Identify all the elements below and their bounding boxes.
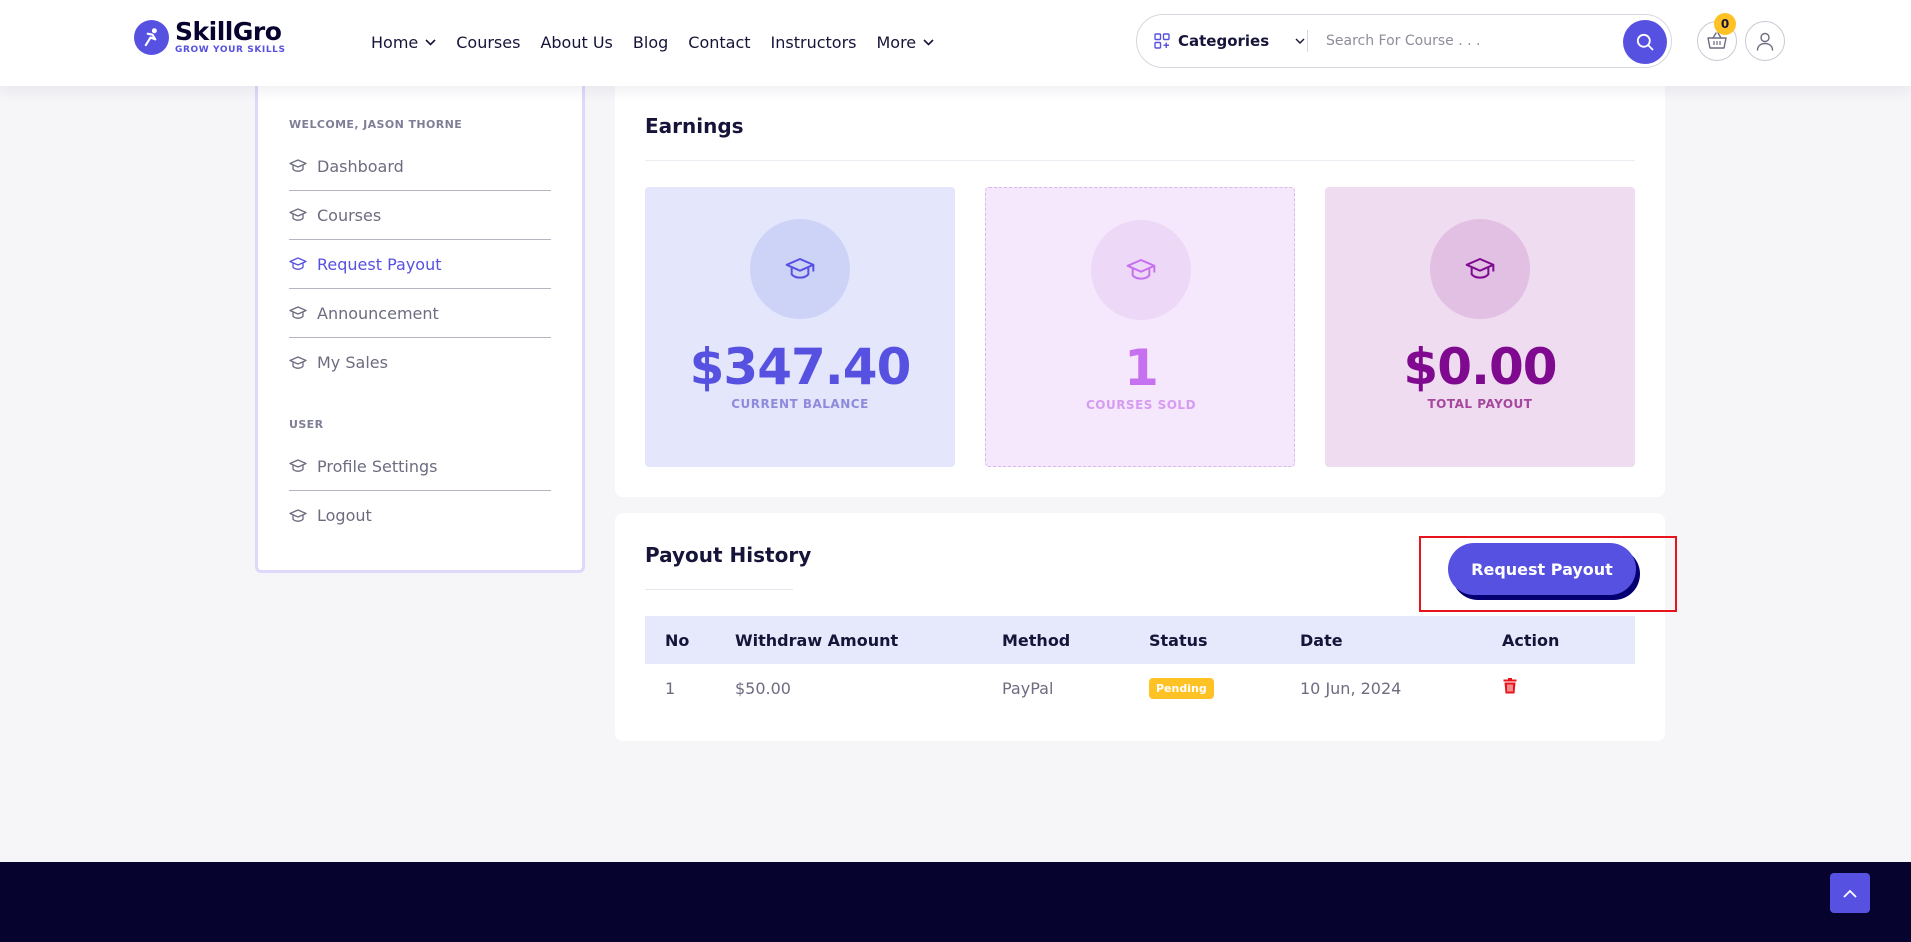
scroll-to-top-button[interactable] xyxy=(1830,873,1870,913)
trash-icon[interactable] xyxy=(1503,678,1517,694)
sidebar-item-announcement[interactable]: Announcement xyxy=(289,289,551,338)
sidebar-user-heading: USER xyxy=(289,418,324,431)
sidebar-item-dashboard[interactable]: Dashboard xyxy=(289,142,551,191)
nav-item-blog[interactable]: Blog xyxy=(633,33,668,52)
search-divider xyxy=(1307,30,1308,52)
sidebar-welcome-heading: WELCOME, JASON THORNE xyxy=(289,118,463,131)
sidebar-item-label: Dashboard xyxy=(317,156,404,176)
chevron-down-icon xyxy=(923,38,934,46)
grid-icon xyxy=(1154,33,1170,49)
search-input[interactable] xyxy=(1326,33,1622,49)
user-icon xyxy=(1756,32,1774,51)
logo-icon xyxy=(134,20,169,55)
cell-status: Pending xyxy=(1149,664,1300,712)
sidebar-item-request-payout[interactable]: Request Payout xyxy=(289,240,551,289)
payout-history-title: Payout History xyxy=(645,543,812,567)
chevron-down-icon xyxy=(1295,38,1305,44)
sidebar-item-label: Logout xyxy=(317,506,372,525)
column-header: Method xyxy=(1002,616,1149,664)
stat-current-balance: $347.40 CURRENT BALANCE xyxy=(645,187,955,467)
divider xyxy=(645,160,1635,161)
graduation-cap-icon xyxy=(289,306,307,319)
site-header: SkillGro GROW YOUR SKILLS Home Courses A… xyxy=(0,0,1911,86)
brand-tagline: GROW YOUR SKILLS xyxy=(175,45,286,55)
stat-icon-circle xyxy=(1430,219,1530,319)
nav-item-home[interactable]: Home xyxy=(371,33,436,52)
stat-value: 1 xyxy=(1124,339,1159,397)
nav-item-instructors[interactable]: Instructors xyxy=(771,33,857,52)
nav-item-courses[interactable]: Courses xyxy=(456,33,520,52)
brand-logo[interactable]: SkillGro GROW YOUR SKILLS xyxy=(134,17,286,55)
search-button[interactable] xyxy=(1623,20,1667,64)
sidebar-item-label: Request Payout xyxy=(317,254,442,274)
sidebar-item-label: My Sales xyxy=(317,353,388,372)
earnings-title: Earnings xyxy=(645,114,744,138)
sidebar-item-profile-settings[interactable]: Profile Settings xyxy=(289,442,551,491)
nav-item-contact[interactable]: Contact xyxy=(688,33,750,52)
sidebar-item-my-sales[interactable]: My Sales xyxy=(289,338,551,387)
nav-item-label: More xyxy=(876,32,917,52)
cell-date: 10 Jun, 2024 xyxy=(1300,678,1402,698)
cart-count-badge: 0 xyxy=(1714,13,1736,35)
nav-item-about[interactable]: About Us xyxy=(540,33,612,52)
cell-action xyxy=(1502,664,1635,712)
status-badge: Pending xyxy=(1149,678,1214,699)
stat-icon-circle xyxy=(750,219,850,319)
cell-amount: $50.00 xyxy=(735,678,791,698)
sidebar-item-courses[interactable]: Courses xyxy=(289,191,551,240)
column-header: Withdraw Amount xyxy=(735,616,1002,664)
stat-label: COURSES SOLD xyxy=(1085,398,1197,412)
site-footer xyxy=(0,862,1911,942)
stat-courses-sold: 1 COURSES SOLD xyxy=(985,187,1295,467)
nav-item-label: Instructors xyxy=(770,32,857,52)
nav-item-label: Contact xyxy=(688,32,751,52)
stat-value: $0.00 xyxy=(1403,338,1557,396)
sidebar-item-label: Announcement xyxy=(317,303,439,323)
divider xyxy=(645,589,793,590)
graduation-cap-icon xyxy=(1126,259,1156,280)
graduation-cap-icon xyxy=(289,459,307,472)
graduation-cap-icon xyxy=(289,355,307,369)
sidebar-item-label: Profile Settings xyxy=(317,456,438,476)
cell-no: 1 xyxy=(665,678,676,698)
column-header: Date xyxy=(1300,616,1502,664)
nav-item-more[interactable]: More xyxy=(876,33,934,52)
nav-item-label: Courses xyxy=(456,32,521,52)
stat-label: TOTAL PAYOUT xyxy=(1427,397,1533,411)
stat-total-payout: $0.00 TOTAL PAYOUT xyxy=(1325,187,1635,467)
brand-name: SkillGro xyxy=(175,17,282,46)
chevron-down-icon xyxy=(425,38,436,46)
search-bar: Categories xyxy=(1136,14,1672,68)
categories-dropdown[interactable]: Categories xyxy=(1137,15,1307,67)
user-account-button[interactable] xyxy=(1745,21,1785,61)
graduation-cap-icon xyxy=(289,159,307,172)
graduation-cap-icon xyxy=(1465,258,1495,279)
graduation-cap-icon xyxy=(289,257,307,270)
sidebar-item-logout[interactable]: Logout xyxy=(289,491,551,540)
main-nav: Home Courses About Us Blog Contact Instr… xyxy=(371,0,954,84)
search-icon xyxy=(1636,33,1654,51)
graduation-cap-icon xyxy=(289,508,307,522)
column-header: Status xyxy=(1149,616,1300,664)
stat-label: CURRENT BALANCE xyxy=(731,397,869,411)
chevron-up-icon xyxy=(1843,889,1857,898)
table-header-row: No Withdraw Amount Method Status Date Ac… xyxy=(645,616,1635,664)
graduation-cap-icon xyxy=(289,208,307,221)
categories-label: Categories xyxy=(1178,32,1270,50)
payout-table: No Withdraw Amount Method Status Date Ac… xyxy=(645,616,1635,712)
graduation-cap-icon xyxy=(785,258,815,279)
dashboard-sidebar: WELCOME, JASON THORNE Dashboard Courses … xyxy=(255,86,585,573)
sidebar-item-label: Courses xyxy=(317,205,382,225)
nav-item-label: About Us xyxy=(540,32,613,52)
nav-item-label: Home xyxy=(371,32,419,52)
cell-method: PayPal xyxy=(1002,678,1054,698)
request-payout-button[interactable]: Request Payout xyxy=(1448,543,1636,595)
earnings-card: Earnings $347.40 CURRENT BALANCE 1 COURS… xyxy=(615,86,1665,497)
table-row: 1 $50.00 PayPal Pending 10 Jun, 2024 xyxy=(645,664,1635,712)
column-header: No xyxy=(645,616,735,664)
stat-value: $347.40 xyxy=(689,338,912,396)
nav-item-label: Blog xyxy=(632,32,669,52)
stat-icon-circle xyxy=(1091,220,1191,320)
column-header: Action xyxy=(1502,616,1635,664)
